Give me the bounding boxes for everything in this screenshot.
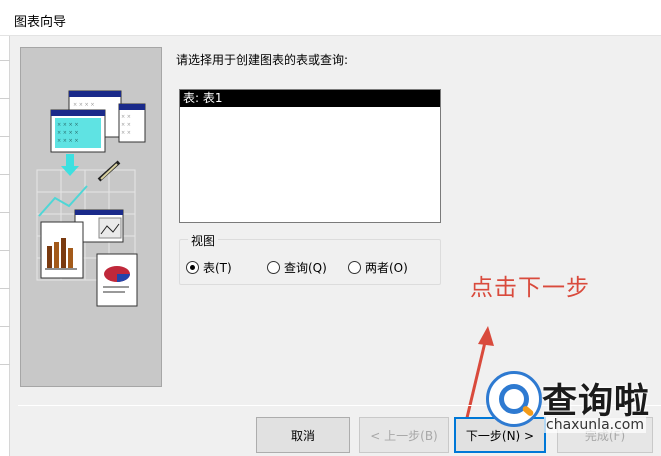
watermark-logo: 查询啦 chaxunla.com [486,371,656,441]
back-button[interactable]: < 上一步(B) [359,417,449,453]
watermark-domain: chaxunla.com [544,417,646,433]
cancel-button[interactable]: 取消 [256,417,350,453]
